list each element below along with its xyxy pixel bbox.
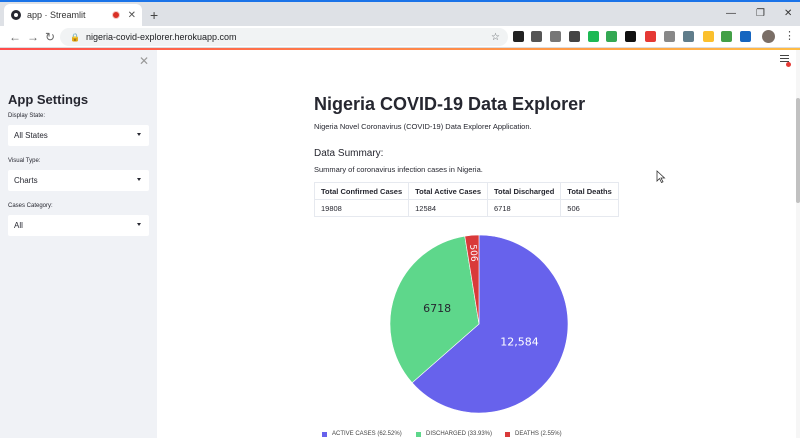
lock-icon: 🔒 xyxy=(70,32,80,42)
visual-type-value: Charts xyxy=(14,176,38,185)
mouse-cursor-icon xyxy=(656,170,666,183)
data-summary-heading: Data Summary: xyxy=(314,148,384,159)
browser-extension-icon[interactable] xyxy=(740,31,751,42)
pie-slice-label: 6718 xyxy=(423,302,451,315)
browser-extension-icon[interactable] xyxy=(625,31,636,42)
table-row: 19808 12584 6718 506 xyxy=(313,199,619,217)
display-state-label: Display State: xyxy=(8,113,46,119)
scrollbar[interactable] xyxy=(796,50,800,438)
page-title: Nigeria COVID-19 Data Explorer xyxy=(314,94,586,114)
table-header: Total Confirmed Cases xyxy=(313,182,410,200)
table-cell: 6718 xyxy=(486,199,562,217)
table-header: Total Active Cases xyxy=(408,182,488,200)
tab-title: app · Streamlit xyxy=(27,10,86,20)
legend-swatch xyxy=(322,431,327,437)
display-state-select[interactable]: All States xyxy=(8,125,149,146)
visual-type-label: Visual Type: xyxy=(8,158,41,164)
browser-extension-icon[interactable] xyxy=(664,31,675,42)
legend-item[interactable]: ACTIVE CASES (62.52%) xyxy=(322,431,402,437)
legend-label: DEATHS (2.55%) xyxy=(515,431,562,437)
chevron-down-icon xyxy=(137,133,141,136)
table-cell: 12584 xyxy=(408,199,488,217)
streamlit-favicon-icon xyxy=(11,10,21,20)
address-bar[interactable]: 🔒 nigeria-covid-explorer.herokuapp.com ☆ xyxy=(60,28,508,46)
legend-item[interactable]: DEATHS (2.55%) xyxy=(505,431,562,437)
legend-swatch xyxy=(505,431,510,437)
browser-tab[interactable]: app · Streamlit ✕ xyxy=(4,4,142,26)
cases-category-select[interactable]: All xyxy=(8,215,149,236)
browser-tab-bar: app · Streamlit ✕ + — ❐ ✕ xyxy=(0,2,800,26)
cases-category-label: Cases Category: xyxy=(8,203,53,209)
profile-icon[interactable] xyxy=(762,30,775,43)
menu-icon[interactable]: ⋮ xyxy=(784,29,795,42)
new-tab-button[interactable]: + xyxy=(150,6,158,24)
pie-slice-label: 506 xyxy=(467,244,478,262)
table-cell: 506 xyxy=(560,199,619,217)
legend-swatch xyxy=(416,431,421,437)
browser-extension-icon[interactable] xyxy=(606,31,617,42)
summary-table: Total Confirmed Cases Total Active Cases… xyxy=(313,182,619,217)
browser-extension-icon[interactable] xyxy=(531,31,542,42)
page-subtitle: Nigeria Novel Coronavirus (COVID-19) Dat… xyxy=(314,122,532,131)
sidebar: ✕ App Settings Display State: All States… xyxy=(0,50,157,438)
star-icon[interactable]: ☆ xyxy=(491,32,500,43)
forward-icon[interactable]: → xyxy=(27,29,39,45)
table-header: Total Deaths xyxy=(560,182,619,200)
notification-dot-icon xyxy=(786,62,791,67)
window-close-button[interactable]: ✕ xyxy=(784,7,792,21)
table-header-row: Total Confirmed Cases Total Active Cases… xyxy=(313,182,619,200)
reload-icon[interactable]: ↻ xyxy=(45,29,55,45)
legend-item[interactable]: DISCHARGED (33.93%) xyxy=(416,431,492,437)
legend-label: DISCHARGED (33.93%) xyxy=(426,431,493,437)
browser-extension-icon[interactable] xyxy=(588,31,599,42)
legend-label: ACTIVE CASES (62.52%) xyxy=(332,431,402,437)
cases-pie-chart: 12,584 6718 506 xyxy=(389,234,569,414)
browser-extension-icon[interactable] xyxy=(645,31,656,42)
browser-extension-icon[interactable] xyxy=(513,31,524,42)
browser-extension-icon[interactable] xyxy=(703,31,714,42)
back-icon[interactable]: ← xyxy=(9,29,21,45)
sidebar-title: App Settings xyxy=(8,92,89,107)
tab-close-icon[interactable]: ✕ xyxy=(128,10,136,21)
pie-slice-label: 12,584 xyxy=(500,335,539,348)
sidebar-close-icon[interactable]: ✕ xyxy=(139,54,149,68)
browser-extension-icon[interactable] xyxy=(721,31,732,42)
data-summary-text: Summary of coronavirus infection cases i… xyxy=(314,165,483,174)
table-cell: 19808 xyxy=(313,199,410,217)
recording-icon xyxy=(111,11,120,19)
browser-toolbar: ← → ↻ 🔒 nigeria-covid-explorer.herokuapp… xyxy=(0,26,800,48)
table-header: Total Discharged xyxy=(486,182,562,200)
visual-type-select[interactable]: Charts xyxy=(8,170,149,191)
chevron-down-icon xyxy=(137,178,141,181)
cases-category-value: All xyxy=(14,221,23,230)
chevron-down-icon xyxy=(137,223,141,226)
scrollbar-thumb[interactable] xyxy=(796,98,800,203)
maximize-button[interactable]: ❐ xyxy=(756,7,765,21)
display-state-value: All States xyxy=(14,131,48,140)
browser-extension-icon[interactable] xyxy=(683,31,694,42)
minimize-button[interactable]: — xyxy=(726,7,736,21)
address-url: nigeria-covid-explorer.herokuapp.com xyxy=(85,32,237,42)
browser-extension-icon[interactable] xyxy=(569,31,580,42)
browser-extension-icon[interactable] xyxy=(550,31,561,42)
